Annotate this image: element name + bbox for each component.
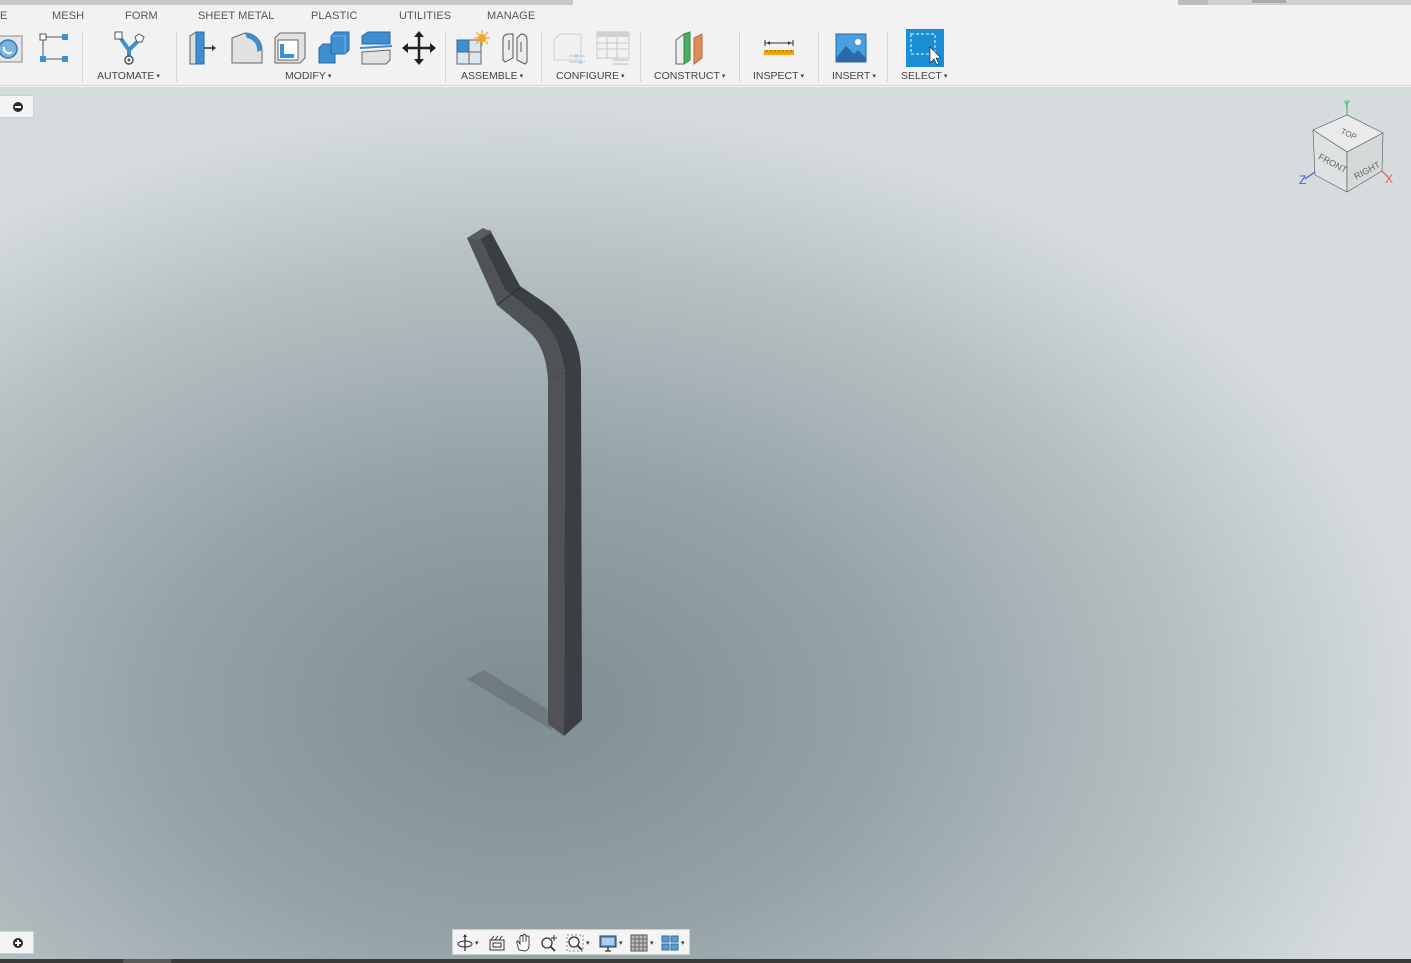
construct-plane-icon[interactable] [672,30,708,66]
canvas-viewport[interactable] [0,87,1411,959]
construct-label: CONSTRUCT [654,70,720,82]
modify-menu[interactable]: MODIFY ▾ [285,70,331,82]
axis-y-label: Y [1343,99,1351,111]
fit-window-icon [566,934,584,952]
look-at-icon [489,935,505,951]
axis-z-label: Z [1299,173,1306,187]
joint-icon[interactable] [497,30,533,66]
insert-label: INSERT [832,70,871,82]
caret-icon: ▾ [872,73,876,80]
sketch-constraint-icon[interactable] [36,30,72,66]
comments-expand-button[interactable] [0,931,34,954]
caret-icon: ▾ [475,940,479,947]
display-settings-icon [599,935,617,952]
pan-button[interactable] [514,933,532,953]
move-icon[interactable] [401,30,437,66]
construct-menu[interactable]: CONSTRUCT ▾ [654,70,725,82]
insert-menu[interactable]: INSERT ▾ [832,70,876,82]
insert-image-icon[interactable] [834,30,870,66]
separator [176,32,177,82]
separator [640,32,641,82]
automate-label: AUTOMATE [97,70,155,82]
ribbon-toolbar: AUTOMATE ▾ MODIFY ▾ ASSEMBLE ▾ CONFIGURE ▾ C… [0,26,1411,86]
fillet-icon[interactable] [229,30,265,66]
caret-icon: ▾ [327,73,332,80]
modify-label: MODIFY [285,70,326,82]
configure-icon[interactable] [551,30,587,66]
press-pull-icon[interactable] [186,30,222,66]
tab-manage[interactable]: MANAGE [487,10,535,22]
caret-icon: ▾ [800,73,805,80]
tab-form[interactable]: FORM [125,10,158,22]
inspect-label: INSPECT [753,70,799,82]
viewcube[interactable]: Y Z X TOP FRONT RIGHT [1295,95,1400,205]
caret-icon: ▾ [586,940,590,947]
shell-icon[interactable] [272,30,308,66]
status-strip [0,959,1411,963]
separator [445,32,446,82]
select-label: SELECT [901,70,942,82]
split-body-icon[interactable] [358,30,394,66]
orbit-icon [457,934,473,951]
minus-circle-icon [13,102,23,112]
configure-label: CONFIGURE [556,70,619,82]
grid-settings-icon [630,934,648,952]
select-menu[interactable]: SELECT ▾ [901,70,947,82]
look-at-button[interactable] [488,933,506,953]
viewports-icon [661,935,679,951]
separator [739,32,740,82]
caret-icon: ▾ [650,940,654,947]
automate-icon[interactable] [111,30,147,66]
orbit-button[interactable]: ▾ [457,933,479,953]
tab-sheet-metal[interactable]: SHEET METAL [198,10,275,22]
caret-icon: ▾ [621,73,625,80]
display-settings-button[interactable]: ▾ [599,933,623,953]
tab-utilities[interactable]: UTILITIES [399,10,451,22]
grid-settings-button[interactable]: ▾ [630,933,654,953]
inspect-body-icon[interactable] [0,30,28,66]
caret-icon: ▾ [943,73,948,80]
inspect-menu[interactable]: INSPECT ▾ [753,70,804,82]
zoom-icon [541,935,557,952]
automate-menu[interactable]: AUTOMATE ▾ [97,70,160,82]
z-axis-line [1304,171,1316,180]
assemble-menu[interactable]: ASSEMBLE ▾ [461,70,523,82]
select-icon[interactable] [906,29,944,67]
tab-mesh[interactable]: MESH [52,10,84,22]
viewports-button[interactable]: ▾ [661,933,685,953]
assemble-label: ASSEMBLE [461,70,518,82]
caret-icon: ▾ [721,73,726,80]
title-bar-strip-right [1178,0,1411,5]
separator [887,32,888,82]
pan-icon [516,934,530,952]
plus-circle-icon [13,938,23,948]
separator [541,32,542,82]
caret-icon: ▾ [156,73,160,80]
new-component-icon[interactable] [454,30,490,66]
title-bar-strip [0,0,573,5]
caret-icon: ▾ [619,940,623,947]
caret-icon: ▾ [519,73,524,80]
navigation-bar: ▾ ▾ ▾ ▾ ▾ [452,929,690,955]
browser-collapse-button[interactable] [0,95,34,118]
caret-icon: ▾ [681,940,685,947]
fit-window-button[interactable]: ▾ [566,933,590,953]
configure-menu[interactable]: CONFIGURE ▾ [556,70,625,82]
configure-table-icon[interactable] [595,30,631,66]
separator [818,32,819,82]
zoom-button[interactable] [540,933,558,953]
measure-icon[interactable] [761,30,797,66]
workspace-tabs: E MESH FORM SHEET METAL PLASTIC UTILITIE… [0,8,1411,26]
tab-plastic[interactable]: PLASTIC [311,10,358,22]
combine-icon[interactable] [315,30,351,66]
axis-x-label: X [1385,172,1393,186]
tab-e[interactable]: E [0,10,7,22]
separator [82,32,83,82]
